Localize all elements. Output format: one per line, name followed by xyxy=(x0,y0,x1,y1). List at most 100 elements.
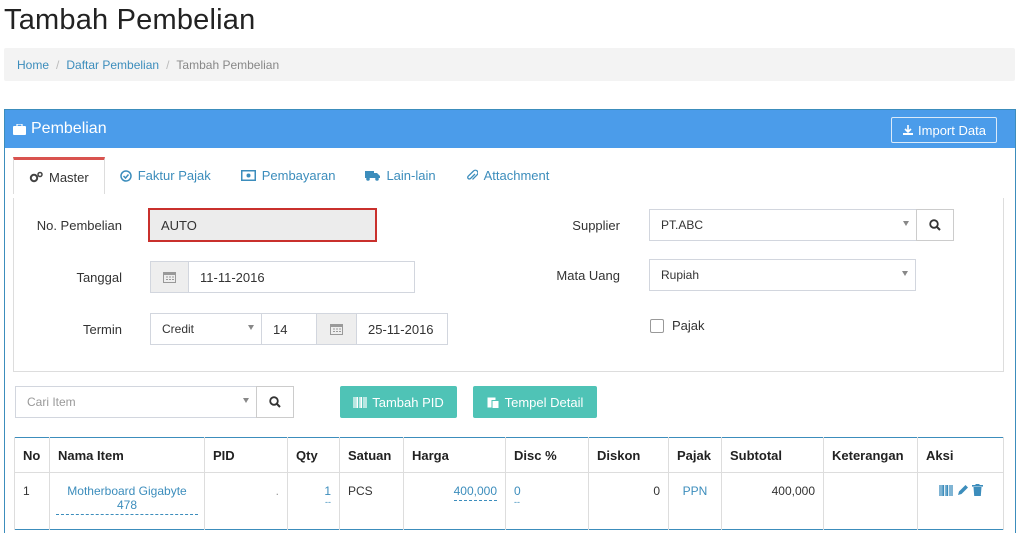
tab-faktur-pajak[interactable]: Faktur Pajak xyxy=(105,157,226,194)
trash-icon[interactable] xyxy=(972,484,983,496)
column-header: Subtotal xyxy=(721,437,824,473)
tab-attachment[interactable]: Attachment xyxy=(451,157,565,194)
tanggal-label: Tanggal xyxy=(76,270,122,285)
no-pembelian-value: AUTO xyxy=(161,217,197,233)
search-icon xyxy=(929,219,941,231)
cell-diskon: 0 xyxy=(588,472,669,530)
column-header: Diskon xyxy=(588,437,669,473)
tab-label: Attachment xyxy=(483,168,550,183)
tanggal-input[interactable]: 11-11-2016 xyxy=(150,261,415,293)
calendar-icon xyxy=(330,324,343,335)
check-circle-icon xyxy=(119,169,132,182)
termin-type-select[interactable]: Credit xyxy=(150,313,262,345)
cell-aksi xyxy=(917,472,1004,530)
tempel-detail-label: Tempel Detail xyxy=(504,394,584,410)
cell-subtotal: 400,000 xyxy=(721,472,824,530)
breadcrumb: Home / Daftar Pembelian / Tambah Pembeli… xyxy=(4,48,1015,81)
column-header: No xyxy=(14,437,50,473)
calendar-addon xyxy=(151,262,189,292)
panel-title: Pembelian xyxy=(31,120,107,137)
pajak-label: Pajak xyxy=(672,318,705,333)
disc-link[interactable]: 0 xyxy=(514,484,580,498)
tab-label: Lain-lain xyxy=(386,168,436,183)
cell-pajak: PPN xyxy=(668,472,722,530)
qty-link[interactable]: 1 xyxy=(296,484,331,498)
termin-days-input[interactable]: 14 xyxy=(261,313,317,345)
tab-bar: Master Faktur Pajak Pembayaran Lain-lain… xyxy=(13,157,564,194)
money-icon xyxy=(240,170,256,181)
pajak-checkbox[interactable] xyxy=(650,319,664,333)
cogs-icon xyxy=(29,171,43,183)
paperclip-icon xyxy=(466,169,478,180)
tambah-pid-label: Tambah PID xyxy=(372,394,444,410)
calendar-addon xyxy=(317,314,357,344)
tempel-detail-button[interactable]: Tempel Detail xyxy=(473,386,597,418)
breadcrumb-list[interactable]: Daftar Pembelian xyxy=(66,58,159,72)
page-title: Tambah Pembelian xyxy=(4,4,256,36)
nama-item-link[interactable]: Motherboard Gigabyte 478 xyxy=(56,484,198,515)
supplier-label: Supplier xyxy=(572,218,620,233)
termin-days-value: 14 xyxy=(273,321,288,337)
cari-item-select[interactable]: Cari Item xyxy=(15,386,257,418)
chevron-down-icon xyxy=(248,325,254,330)
table-row: 1 Motherboard Gigabyte 478 . 1 -- PCS 40… xyxy=(14,472,1004,530)
breadcrumb-separator: / xyxy=(166,57,170,72)
termin-date-value: 25-11-2016 xyxy=(368,321,434,337)
tab-master[interactable]: Master xyxy=(13,157,105,194)
cell-pid[interactable]: . xyxy=(204,472,288,530)
column-header: Nama Item xyxy=(49,437,205,473)
chevron-down-icon xyxy=(902,271,908,276)
barcode-icon[interactable] xyxy=(939,485,953,496)
download-icon xyxy=(903,125,914,135)
column-header: Harga xyxy=(403,437,506,473)
cell-satuan: PCS xyxy=(339,472,404,530)
supplier-value: PT.ABC xyxy=(661,218,704,232)
cell-disc: 0 -- xyxy=(505,472,589,530)
master-form: No. Pembelian AUTO Tanggal 11-11-2016 Te… xyxy=(13,198,1004,372)
disc-extra: -- xyxy=(514,497,520,507)
cell-nama-item: Motherboard Gigabyte 478 xyxy=(49,472,205,530)
breadcrumb-current: Tambah Pembelian xyxy=(176,57,280,72)
chevron-down-icon xyxy=(903,221,909,226)
cari-item-placeholder: Cari Item xyxy=(27,395,76,409)
column-header: Keterangan xyxy=(823,437,918,473)
calendar-icon xyxy=(163,272,176,283)
termin-date-input[interactable]: 25-11-2016 xyxy=(316,313,448,345)
tambah-pid-button[interactable]: Tambah PID xyxy=(340,386,457,418)
tab-label: Faktur Pajak xyxy=(137,168,211,183)
tab-label: Pembayaran xyxy=(261,168,336,183)
column-header: Pajak xyxy=(668,437,722,473)
supplier-search-button[interactable] xyxy=(916,209,954,241)
tab-lain-lain[interactable]: Lain-lain xyxy=(350,157,450,194)
column-header: Disc % xyxy=(505,437,589,473)
panel-header: Pembelian Import Data xyxy=(5,110,1015,148)
cell-qty: 1 -- xyxy=(287,472,340,530)
truck-icon xyxy=(365,171,381,181)
breadcrumb-separator: / xyxy=(56,57,60,72)
qty-extra: -- xyxy=(325,497,331,507)
no-pembelian-input[interactable]: AUTO xyxy=(148,208,377,242)
harga-link[interactable]: 400,000 xyxy=(453,484,497,501)
tab-pembayaran[interactable]: Pembayaran xyxy=(226,157,351,194)
cell-no: 1 xyxy=(14,472,50,530)
pencil-icon[interactable] xyxy=(957,484,969,496)
mata-uang-select[interactable]: Rupiah xyxy=(649,259,916,291)
supplier-select[interactable]: PT.ABC xyxy=(649,209,917,241)
paste-icon xyxy=(487,397,500,409)
no-pembelian-label: No. Pembelian xyxy=(36,218,122,233)
import-data-button[interactable]: Import Data xyxy=(891,117,997,143)
termin-label: Termin xyxy=(82,322,122,337)
column-header: PID xyxy=(204,437,288,473)
cari-item-search-button[interactable] xyxy=(256,386,294,418)
mata-uang-label: Mata Uang xyxy=(556,268,620,283)
cell-keterangan[interactable] xyxy=(823,472,918,530)
termin-type-value: Credit xyxy=(162,322,195,336)
pajak-link[interactable]: PPN xyxy=(683,484,708,498)
mata-uang-value: Rupiah xyxy=(661,268,700,282)
table-header-row: No Nama Item PID Qty Satuan Harga Disc %… xyxy=(14,437,1004,473)
briefcase-icon xyxy=(13,123,26,135)
search-icon xyxy=(269,396,281,408)
chevron-down-icon xyxy=(243,398,249,403)
column-header: Satuan xyxy=(339,437,404,473)
breadcrumb-home[interactable]: Home xyxy=(17,58,49,72)
